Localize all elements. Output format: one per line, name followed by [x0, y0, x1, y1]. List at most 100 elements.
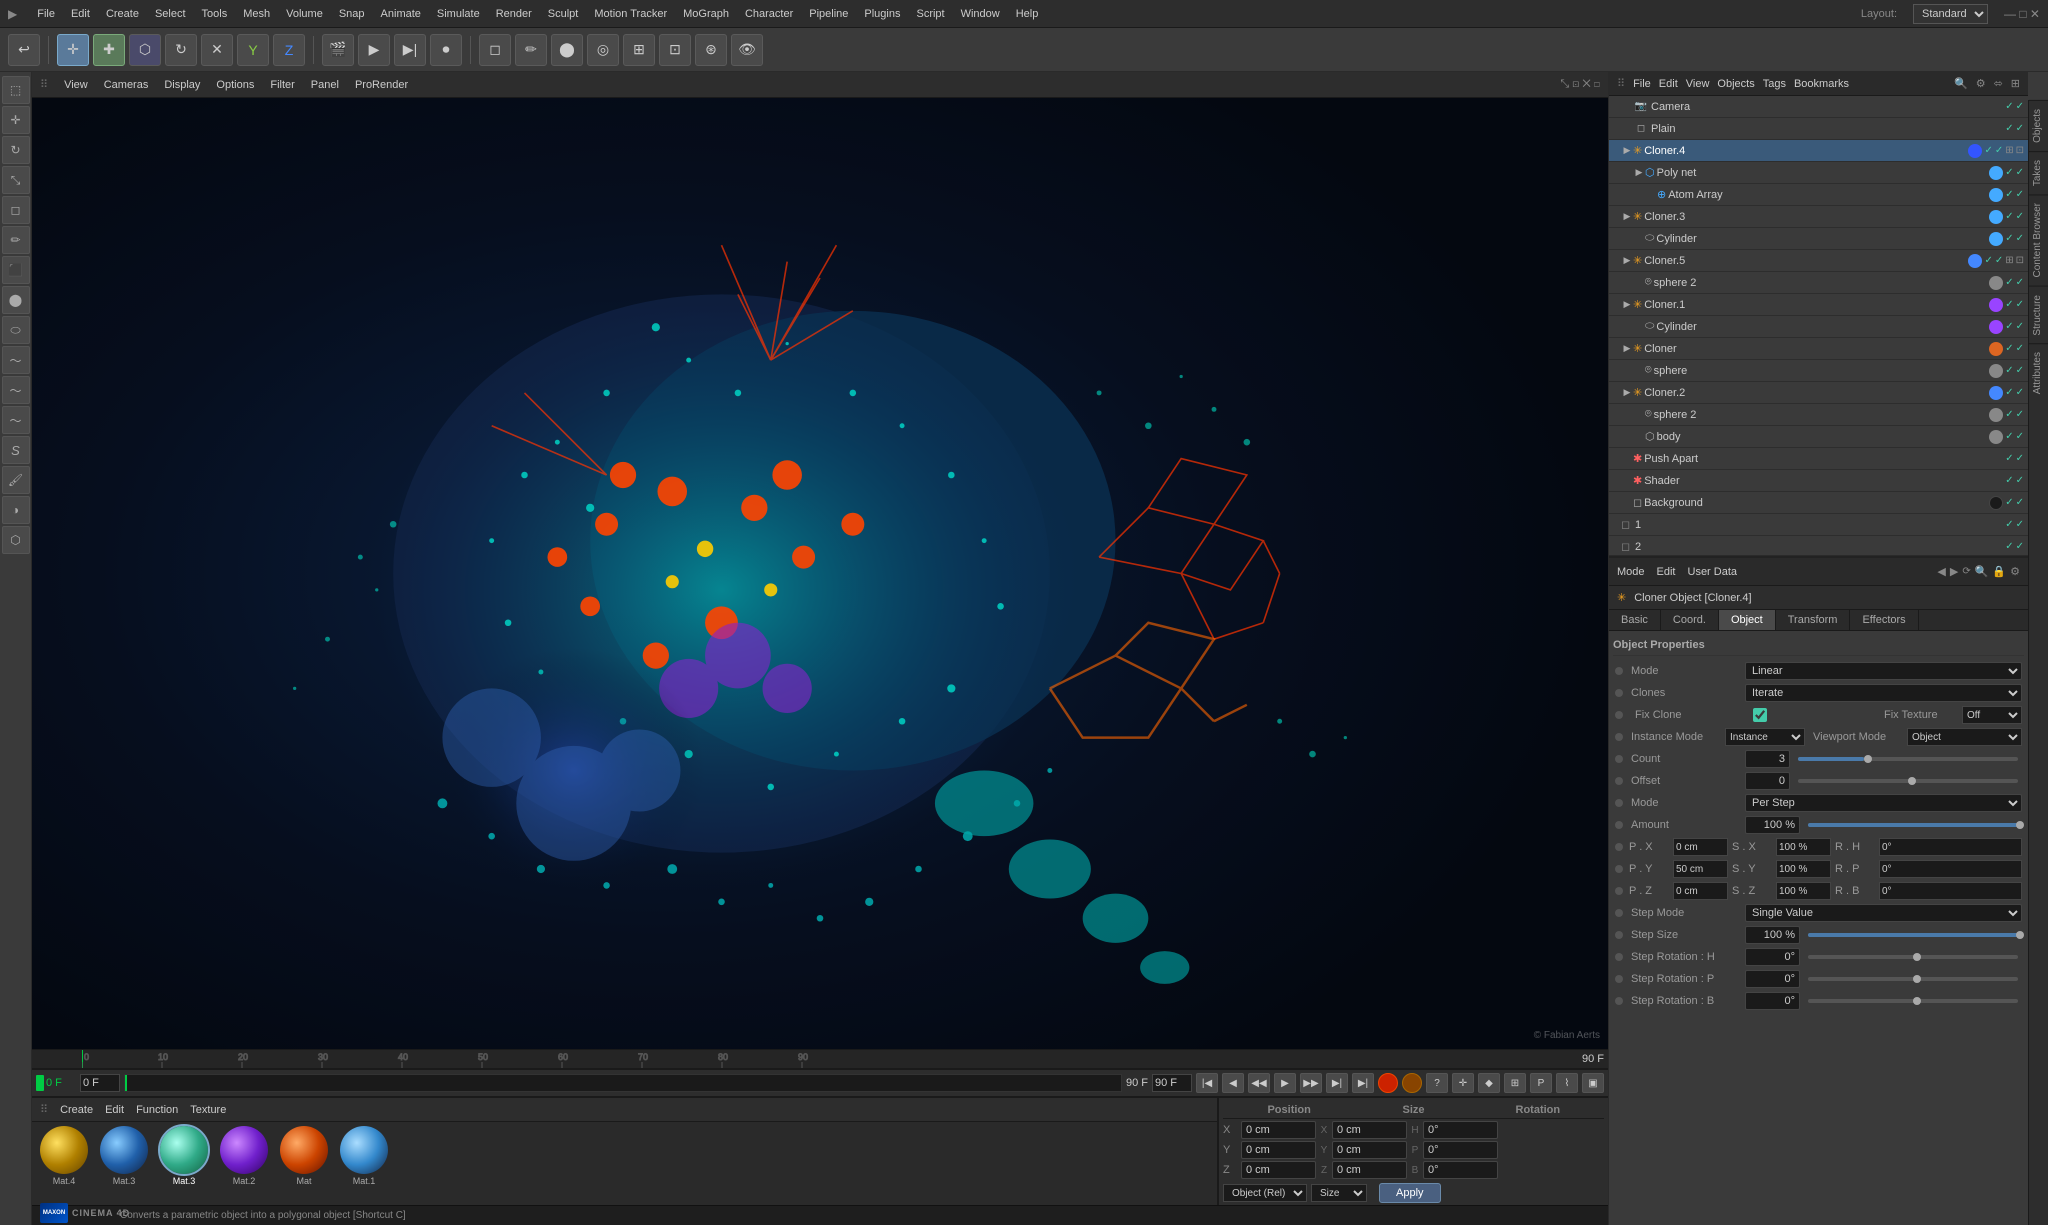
- mode-select[interactable]: Linear Radial Grid Honeycomb: [1745, 662, 2022, 680]
- offset-slider[interactable]: [1798, 779, 2018, 783]
- options-tab[interactable]: Options: [216, 79, 254, 91]
- obj-settings-icon[interactable]: ⚙: [1976, 77, 1986, 90]
- rot-h-input[interactable]: [1423, 1121, 1498, 1139]
- viewport-btn-8[interactable]: 👁: [731, 34, 763, 66]
- transform-z[interactable]: Z: [273, 34, 305, 66]
- clones-select[interactable]: Iterate Random Blend: [1745, 684, 2022, 702]
- timeline-track[interactable]: [124, 1074, 1122, 1092]
- rb-input[interactable]: [1879, 882, 2022, 900]
- step-rot-b-slider[interactable]: [1808, 999, 2018, 1003]
- motion-btn[interactable]: ⊞: [1504, 1073, 1526, 1093]
- obj-arrows-icon[interactable]: ⬄: [1994, 77, 2003, 90]
- sidebar-icon-cube[interactable]: ⬛: [2, 256, 30, 284]
- attr-mode-btn[interactable]: Mode: [1617, 566, 1645, 578]
- size-x-input[interactable]: [1332, 1121, 1407, 1139]
- vtab-takes[interactable]: Takes: [2029, 151, 2048, 194]
- attr-tab-object[interactable]: Object: [1719, 610, 1776, 630]
- menu-select[interactable]: Select: [155, 8, 186, 20]
- move-tool[interactable]: ✛: [57, 34, 89, 66]
- sidebar-icon-cylinder[interactable]: ⬭: [2, 316, 30, 344]
- attr-edit-btn[interactable]: Edit: [1657, 566, 1676, 578]
- anim-2[interactable]: ▶|: [394, 34, 426, 66]
- filter-tab[interactable]: Filter: [270, 79, 294, 91]
- sx-input[interactable]: [1776, 838, 1831, 856]
- menu-edit[interactable]: Edit: [71, 8, 90, 20]
- attr-tab-basic[interactable]: Basic: [1609, 610, 1661, 630]
- viewport-btn-5[interactable]: ⊞: [623, 34, 655, 66]
- prev-frame-btn[interactable]: ◀: [1222, 1073, 1244, 1093]
- rotate-tool[interactable]: ↻: [165, 34, 197, 66]
- prorender-tab[interactable]: ProRender: [355, 79, 408, 91]
- material-item-mat1[interactable]: Mat.1: [340, 1126, 388, 1186]
- material-item-mat[interactable]: Mat: [280, 1126, 328, 1186]
- vtab-objects[interactable]: Objects: [2029, 100, 2048, 151]
- material-item-mat2[interactable]: Mat.2: [220, 1126, 268, 1186]
- obj-more-icon[interactable]: ⊞: [2011, 77, 2020, 90]
- rot-p-input[interactable]: [1423, 1141, 1498, 1159]
- menu-simulate[interactable]: Simulate: [437, 8, 480, 20]
- mat-texture-btn[interactable]: Texture: [190, 1104, 226, 1116]
- step-rot-b-input[interactable]: [1745, 992, 1800, 1010]
- viewport-btn-3[interactable]: ⬤: [551, 34, 583, 66]
- menu-script[interactable]: Script: [916, 8, 944, 20]
- mat-edit-btn[interactable]: Edit: [105, 1104, 124, 1116]
- play-btn[interactable]: ▶: [1274, 1073, 1296, 1093]
- record-btn[interactable]: [1378, 1073, 1398, 1093]
- count-slider[interactable]: [1798, 757, 2018, 761]
- go-start-btn[interactable]: |◀: [1196, 1073, 1218, 1093]
- step-size-slider[interactable]: [1808, 933, 2018, 937]
- sidebar-icon-scale[interactable]: ⤡: [2, 166, 30, 194]
- timeline-btn[interactable]: ▣: [1582, 1073, 1604, 1093]
- instance-mode-select[interactable]: Instance Render Instance Multi-Instance: [1725, 728, 1805, 746]
- menu-window[interactable]: Window: [961, 8, 1000, 20]
- menu-mograph[interactable]: MoGraph: [683, 8, 729, 20]
- mat-create-btn[interactable]: Create: [60, 1104, 93, 1116]
- material-item-mat4[interactable]: Mat.4: [40, 1126, 88, 1186]
- scale-tool[interactable]: ⬡: [129, 34, 161, 66]
- vtab-attributes[interactable]: Attributes: [2029, 343, 2048, 402]
- sidebar-icon-deform[interactable]: 〜: [2, 406, 30, 434]
- px-input[interactable]: [1673, 838, 1728, 856]
- viewport-btn-6[interactable]: ⊡: [659, 34, 691, 66]
- step-rot-p-input[interactable]: [1745, 970, 1800, 988]
- sidebar-icon-rotate[interactable]: ↻: [2, 136, 30, 164]
- viewport[interactable]: © Fabian Aerts: [32, 98, 1608, 1049]
- end-frame-input[interactable]: [1152, 1074, 1192, 1092]
- sidebar-icon-nurbs[interactable]: 〜: [2, 346, 30, 374]
- sidebar-icon-3d[interactable]: ◻: [2, 196, 30, 224]
- rp-input[interactable]: [1879, 860, 2022, 878]
- step-rot-h-input[interactable]: [1745, 948, 1800, 966]
- obj-file-btn[interactable]: File: [1633, 78, 1651, 90]
- attr-tab-transform[interactable]: Transform: [1776, 610, 1851, 630]
- obj-row-cloner4[interactable]: ▶ ✳ Cloner.4 ✓ ✓ ⊞ ⊡: [1609, 140, 2028, 162]
- sidebar-icon-pen[interactable]: ✏: [2, 226, 30, 254]
- pz-input[interactable]: [1673, 882, 1728, 900]
- fix-texture-select[interactable]: Off On: [1962, 706, 2022, 724]
- menu-mesh[interactable]: Mesh: [243, 8, 270, 20]
- menu-snap[interactable]: Snap: [339, 8, 365, 20]
- menu-volume[interactable]: Volume: [286, 8, 323, 20]
- obj-row-sphere2-c2[interactable]: ⌾ sphere 2 ✓ ✓: [1609, 404, 2028, 426]
- anim-1[interactable]: ▶: [358, 34, 390, 66]
- step-size-input[interactable]: [1745, 926, 1800, 944]
- obj-row-push-apart[interactable]: ✱ Push Apart ✓ ✓: [1609, 448, 2028, 470]
- py-input[interactable]: [1673, 860, 1728, 878]
- sidebar-icon-sculpt[interactable]: ◑: [2, 496, 30, 524]
- render-view[interactable]: 🎬: [322, 34, 354, 66]
- menu-render[interactable]: Render: [496, 8, 532, 20]
- display-tab[interactable]: Display: [164, 79, 200, 91]
- count-input[interactable]: [1745, 750, 1790, 768]
- obj-row-polynet[interactable]: ▶ ⬡ Poly net ✓ ✓: [1609, 162, 2028, 184]
- obj-row-atomarray[interactable]: ⊕ Atom Array ✓ ✓: [1609, 184, 2028, 206]
- attr-search-btn[interactable]: 🔍: [1975, 565, 1989, 578]
- attr-reset-btn[interactable]: ⟳: [1962, 566, 1970, 577]
- sidebar-icon-select[interactable]: ⬚: [2, 76, 30, 104]
- obj-row-sphere2-c5[interactable]: ⌾ sphere 2 ✓ ✓: [1609, 272, 2028, 294]
- record-auto-btn[interactable]: [1402, 1073, 1422, 1093]
- obj-objects-btn[interactable]: Objects: [1717, 78, 1754, 90]
- sidebar-icon-spline[interactable]: 〜: [2, 376, 30, 404]
- obj-edit-btn[interactable]: Edit: [1659, 78, 1678, 90]
- sidebar-icon-polygon[interactable]: ⬡: [2, 526, 30, 554]
- help-btn[interactable]: ?: [1426, 1073, 1448, 1093]
- attr-next-btn[interactable]: ▶: [1950, 565, 1958, 578]
